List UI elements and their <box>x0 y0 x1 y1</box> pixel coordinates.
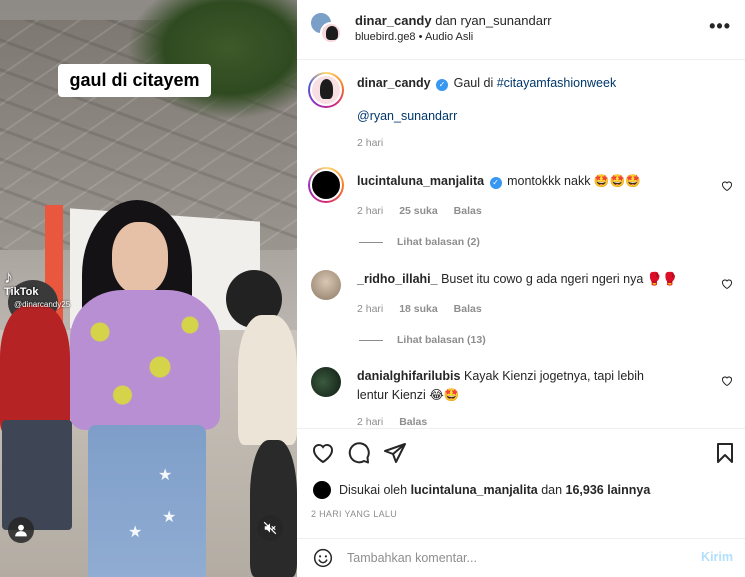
tiktok-watermark: ♪ TikTok <box>4 268 38 298</box>
caption-hashtag[interactable]: #citayamfashionweek <box>497 76 617 90</box>
comment-like-button[interactable] <box>721 180 733 192</box>
comment-reply-button[interactable]: Balas <box>399 416 427 428</box>
smiley-icon[interactable] <box>313 548 333 568</box>
post-actions: Disukai oleh lucintaluna_manjalita dan 1… <box>297 428 745 538</box>
liker-username[interactable]: lucintaluna_manjalita <box>411 483 538 497</box>
comment-meta: 2 hari 18 suka Balas <box>357 303 495 315</box>
tiktok-watermark-user: @dinarcandy25 <box>14 300 71 309</box>
left-boy-legs <box>2 420 72 530</box>
comment-time: 2 hari <box>357 205 384 217</box>
caption-text: dinar_candy ✓ Gaul di #citayamfashionwee… <box>357 74 687 93</box>
view-replies-button[interactable]: Lihat balasan (13) <box>359 334 486 346</box>
comments-list[interactable]: dinar_candy ✓ Gaul di #citayamfashionwee… <box>297 60 745 428</box>
post-header: dinar_candy dan ryan_sunandarr bluebird.… <box>297 0 745 60</box>
paper-plane-icon[interactable] <box>383 441 407 465</box>
verified-badge-icon: ✓ <box>436 79 449 91</box>
comment-text: danialghifarilubis Kayak Kienzi jogetnya… <box>357 367 677 405</box>
post-comment-button[interactable]: Kirim <box>701 550 733 564</box>
comment-body: Buset itu cowo g ada ngeri ngeri nya 🥊🥊 <box>441 272 678 286</box>
caption-mention-line: @ryan_sunandarr <box>357 107 687 126</box>
comment-icon[interactable] <box>347 441 371 465</box>
comment-avatar[interactable] <box>311 270 341 300</box>
likes-prefix: Disukai oleh <box>339 483 408 497</box>
header-audio: bluebird.ge8 • Audio Asli <box>355 31 473 43</box>
view-replies-label: Lihat balasan (2) <box>397 236 480 248</box>
comment-text: _ridho_illahi_ Buset itu cowo g ada nger… <box>357 270 687 289</box>
jeans-star: ★ <box>158 467 173 484</box>
comment-input[interactable] <box>347 547 677 569</box>
comment-username[interactable]: _ridho_illahi_ <box>357 272 438 286</box>
likes-middle: dan <box>541 483 563 497</box>
audio-user-link[interactable]: bluebird.ge8 <box>355 31 416 43</box>
post-side-panel: dinar_candy dan ryan_sunandarr bluebird.… <box>297 0 745 577</box>
user-icon <box>15 524 27 537</box>
separator-dot: • <box>418 31 423 43</box>
comment-time: 2 hari <box>357 303 384 315</box>
divider <box>359 339 383 341</box>
comment-like-button[interactable] <box>721 375 733 387</box>
header-conjunction: dan <box>435 13 457 28</box>
comment-reply-button[interactable]: Balas <box>454 205 482 217</box>
girl-jeans <box>88 425 206 577</box>
jeans-star: ★ <box>128 524 143 541</box>
caption-username[interactable]: dinar_candy <box>357 76 431 90</box>
audio-label-link[interactable]: Audio Asli <box>425 31 473 43</box>
comment-like-button[interactable] <box>721 278 733 290</box>
header-username-2[interactable]: ryan_sunandarr <box>461 13 552 28</box>
comment-likes[interactable]: 18 suka <box>399 303 438 315</box>
caption-meta: 2 hari <box>357 137 396 149</box>
more-horizontal-icon: ••• <box>709 16 731 36</box>
likes-count-link[interactable]: 16,936 lainnya <box>566 483 651 497</box>
post-date: 2 HARI YANG LALU <box>311 509 397 519</box>
comment-likes[interactable]: 25 suka <box>399 205 438 217</box>
more-options-button[interactable]: ••• <box>709 16 731 37</box>
view-replies-label: Lihat balasan (13) <box>397 334 486 346</box>
heart-icon[interactable] <box>311 441 335 465</box>
comment-username[interactable]: danialghifarilubis <box>357 369 461 383</box>
tiktok-watermark-label: TikTok <box>4 286 39 298</box>
comment-time: 2 hari <box>357 416 384 428</box>
liker-avatar[interactable] <box>313 481 331 499</box>
tagged-users-button[interactable] <box>8 517 34 543</box>
likes-summary: Disukai oleh lucintaluna_manjalita dan 1… <box>313 481 650 499</box>
comment-avatar[interactable] <box>308 167 344 203</box>
divider <box>359 241 383 243</box>
comment-meta: 2 hari 25 suka Balas <box>357 205 495 217</box>
speaker-muted-icon <box>263 521 277 535</box>
girl-face <box>112 222 168 294</box>
trees <box>127 0 297 120</box>
girl-top <box>70 290 220 430</box>
add-comment-bar: Kirim <box>297 538 745 577</box>
left-boy-body <box>0 305 70 435</box>
right-boy-legs <box>250 440 297 577</box>
caption-mention[interactable]: @ryan_sunandarr <box>357 109 457 123</box>
header-usernames: dinar_candy dan ryan_sunandarr <box>355 13 552 28</box>
caption-avatar[interactable] <box>308 72 344 108</box>
comment-avatar[interactable] <box>311 367 341 397</box>
jeans-star: ★ <box>162 509 177 526</box>
bookmark-icon[interactable] <box>713 441 737 465</box>
comment-meta: 2 hari Balas <box>357 416 440 428</box>
caption-time: 2 hari <box>357 137 384 149</box>
collab-avatars[interactable] <box>310 12 342 44</box>
verified-badge-icon: ✓ <box>489 177 502 189</box>
post-media[interactable]: ★ ★ ★ gaul di citayem ♪ TikTok @dinarcan… <box>0 0 297 577</box>
comment-username[interactable]: lucintaluna_manjalita <box>357 174 484 188</box>
comment-text: lucintaluna_manjalita ✓ montokkk nakk 🤩🤩… <box>357 172 687 191</box>
comment-body: montokkk nakk 🤩🤩🤩 <box>507 174 641 188</box>
caption-body: Gaul di <box>453 76 497 90</box>
right-boy-body <box>238 315 297 445</box>
video-text-overlay: gaul di citayem <box>58 64 211 97</box>
mute-button[interactable] <box>257 515 283 541</box>
view-replies-button[interactable]: Lihat balasan (2) <box>359 236 480 248</box>
comment-reply-button[interactable]: Balas <box>454 303 482 315</box>
tiktok-note-icon: ♪ <box>4 267 13 287</box>
avatar <box>320 22 342 44</box>
header-username-1[interactable]: dinar_candy <box>355 13 432 28</box>
